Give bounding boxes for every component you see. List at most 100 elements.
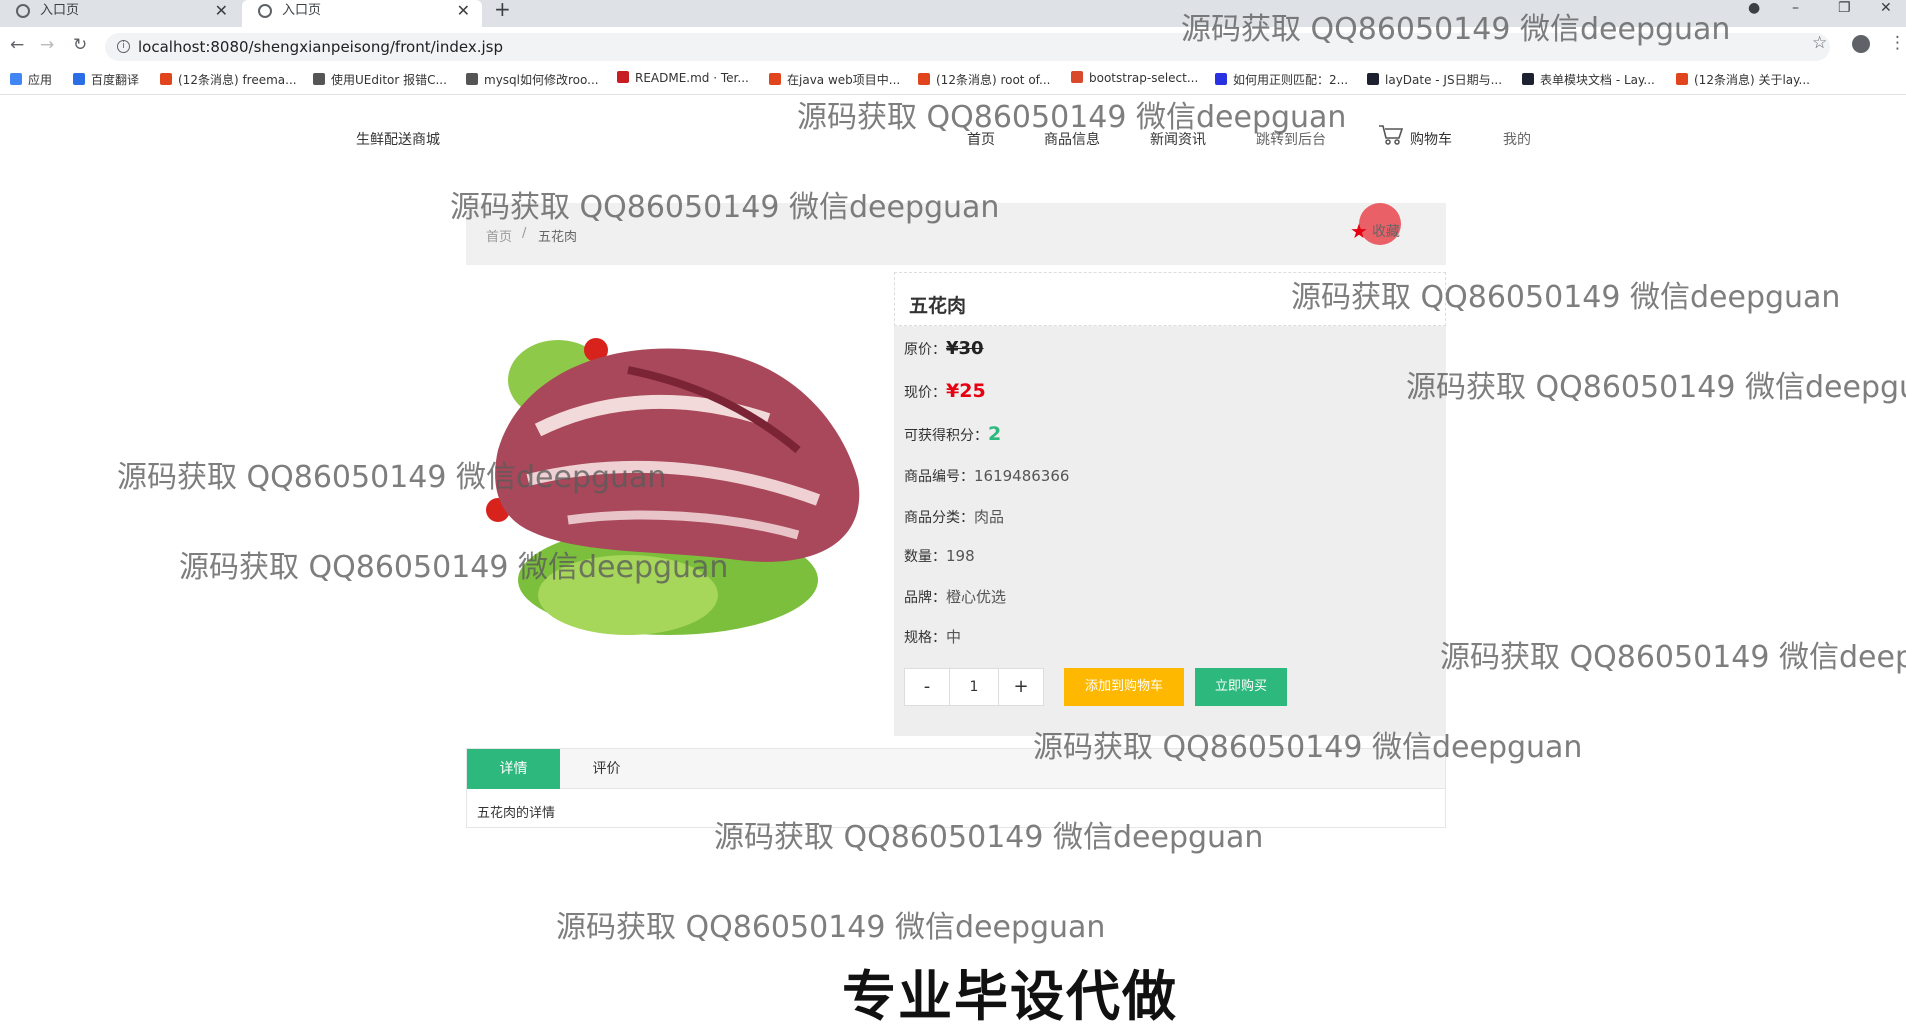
- bookmark-label: (12条消息) 关于lay...: [1694, 73, 1810, 87]
- breadcrumb-separator: /: [522, 226, 527, 241]
- current-price: ¥25: [946, 380, 986, 402]
- points-label: 可获得积分：: [904, 428, 988, 444]
- decrease-button[interactable]: -: [905, 669, 949, 705]
- bookmark-item[interactable]: 使用UEditor 报错C...: [313, 71, 447, 88]
- quantity-stepper: - 1 +: [904, 668, 1044, 706]
- globe-icon: [258, 4, 272, 18]
- favorite-button[interactable]: ★ 收藏: [1350, 219, 1400, 243]
- bookmark-favicon-icon: [617, 71, 629, 83]
- browser-tab[interactable]: 入口页 ✕: [0, 0, 240, 27]
- bookmark-favicon-icon: [1071, 71, 1083, 83]
- category-row: 商品分类：肉品: [904, 506, 1004, 527]
- code-value: 1619486366: [974, 467, 1070, 485]
- bookmark-item[interactable]: 表单模块文档 - Lay...: [1522, 71, 1655, 88]
- bookmark-item[interactable]: layDate - JS日期与...: [1367, 71, 1502, 88]
- watermark: 源码获取 QQ86050149 微信deepguan: [556, 910, 1106, 945]
- watermark: 源码获取 QQ86050149 微信deepguan: [1181, 12, 1731, 47]
- bookmark-favicon-icon: [918, 73, 930, 85]
- nav-cart[interactable]: 购物车: [1410, 129, 1452, 149]
- browser-tab-active[interactable]: 入口页 ✕: [242, 0, 482, 27]
- more-menu-icon[interactable]: ⋮: [1889, 33, 1906, 53]
- spec-value: 中: [946, 628, 962, 646]
- star-icon: ★: [1350, 219, 1368, 243]
- cart-icon[interactable]: [1378, 124, 1404, 146]
- buy-now-button[interactable]: 立即购买: [1195, 668, 1287, 706]
- bookmark-favicon-icon: [1522, 73, 1534, 85]
- bookmark-favicon-icon: [160, 73, 172, 85]
- site-title[interactable]: 生鲜配送商城: [356, 129, 440, 149]
- current-price-label: 现价：: [904, 385, 946, 401]
- bookmark-favicon-icon: [1676, 73, 1688, 85]
- bookmark-item[interactable]: 应用: [10, 71, 52, 88]
- bookmark-item[interactable]: 在java web项目中...: [769, 71, 900, 88]
- bookmarks-bar: 应用 百度翻译 (12条消息) freema... 使用UEditor 报错C... m…: [0, 65, 1906, 95]
- bookmark-label: 在java web项目中...: [787, 73, 901, 87]
- watermark: 源码获取 QQ86050149 微信deepguan: [117, 460, 667, 495]
- bookmark-item[interactable]: (12条消息) 关于lay...: [1676, 71, 1810, 88]
- bookmark-favicon-icon: [313, 73, 325, 85]
- bookmark-label: bootstrap-select...: [1089, 71, 1199, 85]
- watermark: 源码获取 QQ86050149 微信deepguan: [1406, 370, 1906, 405]
- bookmark-item[interactable]: 如何用正则匹配：2...: [1215, 71, 1348, 88]
- watermark: 源码获取 QQ86050149 微信deepguan: [797, 100, 1347, 135]
- bookmark-label: 使用UEditor 报错C...: [331, 73, 447, 87]
- new-tab-icon[interactable]: +: [494, 0, 511, 21]
- product-name: 五花肉: [909, 295, 967, 317]
- product-info-panel: 五花肉 原价：¥30 现价：¥25 可获得积分：2 商品编号：161948636…: [894, 272, 1446, 736]
- bookmark-label: 如何用正则匹配：2...: [1233, 73, 1349, 87]
- brand-row: 品牌：橙心优选: [904, 586, 1006, 607]
- bookmark-item[interactable]: bootstrap-select...: [1071, 71, 1198, 85]
- bookmark-item[interactable]: (12条消息) freema...: [160, 71, 297, 88]
- category-label: 商品分类：: [904, 510, 974, 526]
- profile-menu-icon[interactable]: ●: [1748, 0, 1760, 16]
- globe-icon: [16, 4, 30, 18]
- reload-icon[interactable]: ↻: [73, 35, 87, 55]
- watermark: 源码获取 QQ86050149 微信deepguan: [1291, 280, 1841, 315]
- favorite-label: 收藏: [1371, 224, 1400, 240]
- close-tab-icon[interactable]: ✕: [457, 0, 470, 22]
- original-price: ¥30: [946, 338, 984, 359]
- close-tab-icon[interactable]: ✕: [215, 0, 228, 22]
- category-value: 肉品: [974, 508, 1005, 526]
- watermark: 源码获取 QQ86050149 微信deepguan: [179, 550, 729, 585]
- bookmark-item[interactable]: README.md · Ter...: [617, 71, 749, 85]
- watermark: 源码获取 QQ86050149 微信deepguan: [1440, 640, 1906, 675]
- code-label: 商品编号：: [904, 469, 974, 485]
- points-row: 可获得积分：2: [904, 423, 1001, 445]
- bookmark-label: mysql如何修改roo...: [484, 73, 599, 87]
- current-price-row: 现价：¥25: [904, 380, 986, 402]
- watermark: 源码获取 QQ86050149 微信deepguan: [1033, 730, 1583, 765]
- bookmark-item[interactable]: 百度翻译: [73, 71, 139, 88]
- bookmark-star-icon[interactable]: ☆: [1812, 33, 1827, 53]
- bookmark-label: README.md · Ter...: [635, 71, 749, 85]
- bookmark-item[interactable]: (12条消息) root of...: [918, 71, 1050, 88]
- bookmark-label: (12条消息) root of...: [936, 73, 1051, 87]
- quantity-input[interactable]: 1: [949, 669, 999, 705]
- code-row: 商品编号：1619486366: [904, 466, 1069, 486]
- bookmark-favicon-icon: [10, 73, 22, 85]
- window-close-icon[interactable]: ✕: [1880, 0, 1892, 16]
- bookmark-label: (12条消息) freema...: [178, 73, 297, 87]
- bookmark-favicon-icon: [1367, 73, 1379, 85]
- brand-value: 橙心优选: [946, 588, 1007, 606]
- nav-mine[interactable]: 我的: [1503, 129, 1531, 149]
- detail-content: 五花肉的详情: [477, 806, 556, 821]
- spec-row: 规格：中: [904, 626, 961, 647]
- forward-icon[interactable]: →: [40, 35, 54, 55]
- original-price-row: 原价：¥30: [904, 338, 984, 359]
- tab-details[interactable]: 详情: [467, 749, 560, 789]
- bookmark-item[interactable]: mysql如何修改roo...: [466, 71, 599, 88]
- info-icon[interactable]: i: [117, 40, 130, 53]
- minimize-icon[interactable]: –: [1792, 0, 1799, 16]
- tab-reviews[interactable]: 评价: [560, 749, 653, 789]
- back-icon[interactable]: ←: [10, 35, 24, 55]
- breadcrumb-current: 五花肉: [538, 230, 578, 245]
- add-to-cart-button[interactable]: 添加到购物车: [1064, 668, 1184, 706]
- restore-icon[interactable]: ❐: [1838, 0, 1851, 16]
- bookmark-favicon-icon: [73, 73, 85, 85]
- bookmark-label: 表单模块文档 - Lay...: [1540, 73, 1655, 87]
- breadcrumb-home[interactable]: 首页: [486, 226, 512, 245]
- avatar[interactable]: [1852, 35, 1870, 53]
- increase-button[interactable]: +: [999, 669, 1043, 705]
- browser-tab-label: 入口页: [282, 3, 322, 18]
